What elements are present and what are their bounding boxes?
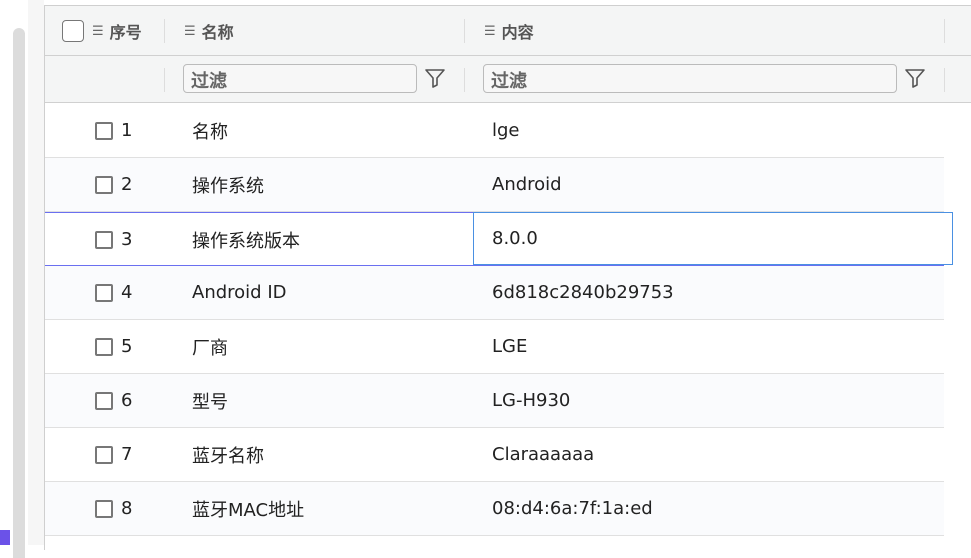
row-name-cell[interactable]: 蓝牙名称 xyxy=(192,428,264,481)
row-content-cell[interactable]: Android xyxy=(492,158,562,211)
row-name-cell[interactable]: 操作系统 xyxy=(192,158,264,211)
row-number: 1 xyxy=(121,120,133,141)
row-content-cell[interactable]: 08:d4:6a:7f:1a:ed xyxy=(492,482,653,535)
row-name-cell[interactable]: 厂商 xyxy=(192,320,228,373)
row-number: 7 xyxy=(121,444,133,465)
row-checkbox[interactable] xyxy=(95,445,113,464)
list-icon: ☰ xyxy=(92,23,104,39)
row-name-cell[interactable]: 蓝牙MAC地址 xyxy=(192,482,304,535)
row-seq-cell: 4 xyxy=(95,266,132,319)
row-content-cell[interactable]: 8.0.0 xyxy=(473,212,953,265)
accent-block xyxy=(0,530,10,545)
filter-icon[interactable] xyxy=(904,67,926,89)
side-panel xyxy=(28,0,44,545)
header-name-label: 名称 xyxy=(201,23,234,42)
content-filter-input[interactable]: 过滤 xyxy=(483,64,897,93)
list-icon: ☰ xyxy=(484,23,496,39)
table-row[interactable]: 7 蓝牙名称 Claraaaaaa xyxy=(45,428,944,482)
scrollbar[interactable] xyxy=(13,28,25,558)
column-divider[interactable] xyxy=(944,19,945,43)
data-grid: ☰ 序号 ☰ 名称 ☰ 内容 过滤 过滤 1 名称 lge 2 操作系统 Andr… xyxy=(44,5,971,550)
row-seq-cell: 7 xyxy=(95,428,132,481)
table-row[interactable]: 8 蓝牙MAC地址 08:d4:6a:7f:1a:ed xyxy=(45,482,944,536)
header-seq[interactable]: ☰ 序号 xyxy=(45,6,142,56)
row-content-cell[interactable]: LG-H930 xyxy=(492,374,570,427)
name-filter-input[interactable]: 过滤 xyxy=(183,64,417,93)
row-content-cell[interactable]: Claraaaaaa xyxy=(492,428,594,481)
table-row[interactable]: 6 型号 LG-H930 xyxy=(45,374,944,428)
row-number: 2 xyxy=(121,174,133,195)
row-name-cell[interactable]: Android ID xyxy=(192,266,286,319)
row-checkbox[interactable] xyxy=(95,175,113,194)
row-content-cell[interactable]: lge xyxy=(492,104,520,157)
table-row[interactable]: 5 厂商 LGE xyxy=(45,320,944,374)
header-row: ☰ 序号 ☰ 名称 ☰ 内容 xyxy=(45,6,971,56)
row-checkbox[interactable] xyxy=(95,337,113,356)
filter-icon[interactable] xyxy=(424,67,446,89)
row-checkbox[interactable] xyxy=(95,121,113,140)
filter-row: 过滤 过滤 xyxy=(45,56,971,103)
column-divider xyxy=(944,68,945,92)
row-seq-cell: 6 xyxy=(95,374,132,427)
column-divider[interactable] xyxy=(164,19,165,43)
row-name-cell[interactable]: 型号 xyxy=(192,374,228,427)
row-seq-cell: 1 xyxy=(95,104,132,157)
header-content[interactable]: ☰ 内容 xyxy=(484,6,534,56)
table-row[interactable]: 1 名称 lge xyxy=(45,104,944,158)
column-divider xyxy=(464,68,465,92)
row-seq-cell: 8 xyxy=(95,482,132,535)
select-all-checkbox[interactable] xyxy=(62,20,84,42)
table-row[interactable]: 4 Android ID 6d818c2840b29753 xyxy=(45,266,944,320)
row-checkbox[interactable] xyxy=(95,499,113,518)
row-content-cell[interactable]: 6d818c2840b29753 xyxy=(492,266,674,319)
row-number: 4 xyxy=(121,282,133,303)
column-divider xyxy=(164,68,165,92)
row-name-cell[interactable]: 操作系统版本 xyxy=(192,213,300,266)
row-seq-cell: 3 xyxy=(95,213,132,266)
header-name[interactable]: ☰ 名称 xyxy=(184,6,234,56)
header-seq-label: 序号 xyxy=(109,23,142,42)
row-name-cell[interactable]: 名称 xyxy=(192,104,228,157)
row-number: 8 xyxy=(121,498,133,519)
table-row[interactable]: 3 操作系统版本 8.0.0 xyxy=(45,212,953,266)
row-content-cell[interactable]: LGE xyxy=(492,320,527,373)
table-row[interactable]: 2 操作系统 Android xyxy=(45,158,944,212)
row-seq-cell: 5 xyxy=(95,320,132,373)
row-checkbox[interactable] xyxy=(95,230,113,249)
row-seq-cell: 2 xyxy=(95,158,132,211)
row-number: 3 xyxy=(121,229,133,250)
row-number: 6 xyxy=(121,390,133,411)
column-divider[interactable] xyxy=(464,19,465,43)
row-checkbox[interactable] xyxy=(95,391,113,410)
row-number: 5 xyxy=(121,336,133,357)
header-content-label: 内容 xyxy=(501,23,534,42)
row-checkbox[interactable] xyxy=(95,283,113,302)
list-icon: ☰ xyxy=(184,23,196,39)
